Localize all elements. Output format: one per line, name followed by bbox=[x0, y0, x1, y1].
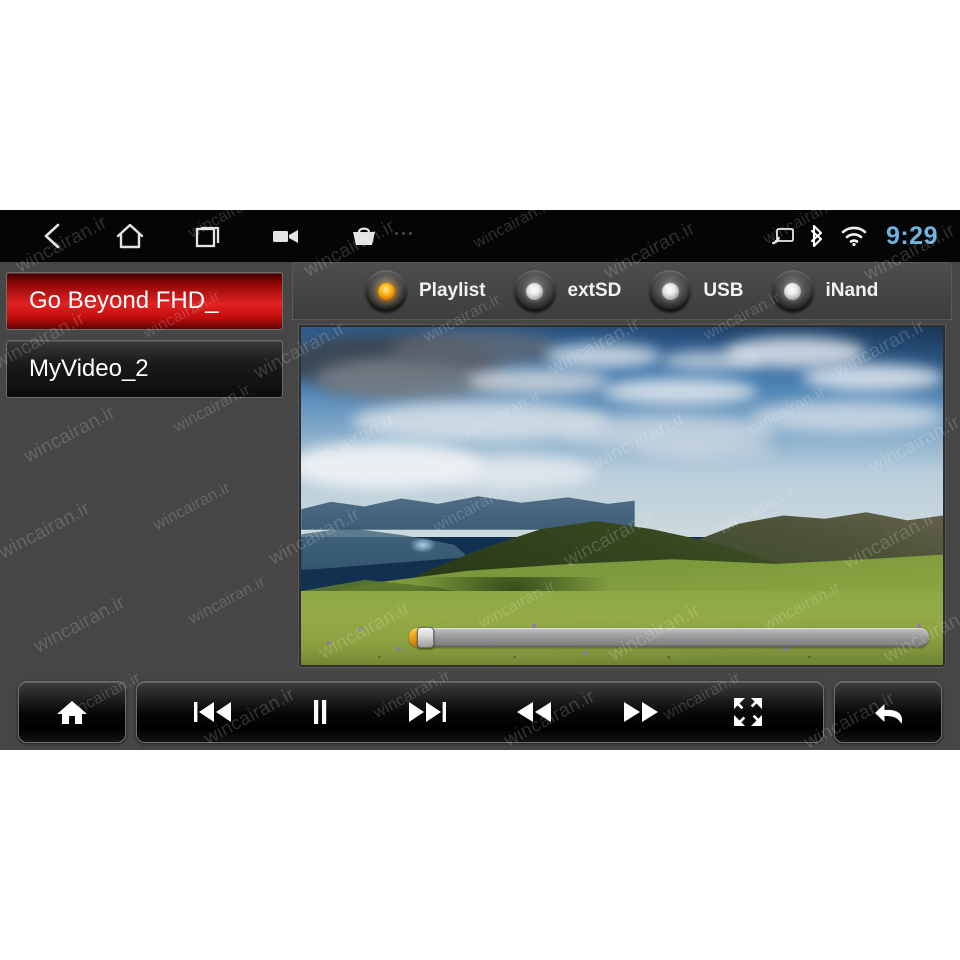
return-button[interactable] bbox=[861, 689, 915, 735]
radio-led-icon bbox=[365, 270, 407, 312]
status-icon-tray: 9:29 bbox=[772, 210, 938, 262]
android-status-bar: 9:29 bbox=[0, 210, 960, 262]
pause-button[interactable] bbox=[293, 689, 347, 735]
screenshot-canvas: 9:29 Go Beyond FHD_ MyVideo_2 Playlist e… bbox=[0, 0, 960, 960]
source-option-extsd[interactable]: extSD bbox=[513, 270, 622, 312]
rewind-button[interactable] bbox=[507, 689, 561, 735]
transport-control-bar bbox=[0, 674, 960, 750]
car-head-unit-screen: 9:29 Go Beyond FHD_ MyVideo_2 Playlist e… bbox=[0, 210, 960, 750]
return-button-group bbox=[834, 681, 942, 743]
source-option-playlist[interactable]: Playlist bbox=[365, 270, 486, 312]
video-viewport[interactable] bbox=[298, 324, 946, 668]
source-option-label: Playlist bbox=[419, 280, 486, 301]
source-option-label: extSD bbox=[567, 280, 622, 301]
source-option-inand[interactable]: iNand bbox=[771, 270, 879, 312]
home-icon[interactable] bbox=[112, 218, 148, 254]
source-option-label: iNand bbox=[825, 280, 879, 301]
seek-bar[interactable] bbox=[409, 627, 929, 648]
video-surface bbox=[301, 327, 943, 665]
navigation-button-group bbox=[34, 218, 382, 254]
home-button-group bbox=[18, 681, 126, 743]
radio-led-icon bbox=[513, 270, 556, 312]
playlist-sidebar: Go Beyond FHD_ MyVideo_2 bbox=[0, 262, 289, 674]
playback-button-group bbox=[136, 681, 824, 743]
back-icon[interactable] bbox=[34, 218, 70, 254]
source-option-label: USB bbox=[703, 280, 744, 301]
next-track-button[interactable] bbox=[400, 689, 454, 735]
source-option-usb[interactable]: USB bbox=[649, 270, 744, 312]
cast-icon bbox=[772, 227, 794, 245]
radio-led-icon bbox=[771, 270, 814, 312]
basket-icon[interactable] bbox=[346, 218, 382, 254]
camera-icon[interactable] bbox=[268, 218, 304, 254]
wifi-icon bbox=[840, 225, 868, 247]
home-button[interactable] bbox=[45, 689, 99, 735]
seek-thumb[interactable] bbox=[416, 627, 434, 648]
list-item[interactable]: Go Beyond FHD_ bbox=[6, 272, 283, 330]
list-item[interactable]: MyVideo_2 bbox=[6, 340, 283, 398]
source-selector-bar: Playlist extSD USB iNand bbox=[292, 262, 952, 320]
video-panel: Playlist extSD USB iNand bbox=[292, 262, 952, 674]
video-player-app: Go Beyond FHD_ MyVideo_2 Playlist extSD … bbox=[0, 262, 960, 750]
recents-icon[interactable] bbox=[190, 218, 226, 254]
bluetooth-icon bbox=[808, 224, 826, 248]
lens-flare bbox=[410, 536, 437, 553]
fast-forward-button[interactable] bbox=[614, 689, 668, 735]
seek-track[interactable] bbox=[409, 628, 929, 647]
previous-track-button[interactable] bbox=[186, 689, 240, 735]
overflow-menu-icon[interactable] bbox=[395, 232, 412, 235]
radio-led-icon bbox=[649, 270, 692, 312]
status-clock: 9:29 bbox=[885, 221, 938, 250]
fullscreen-button[interactable] bbox=[721, 689, 775, 735]
